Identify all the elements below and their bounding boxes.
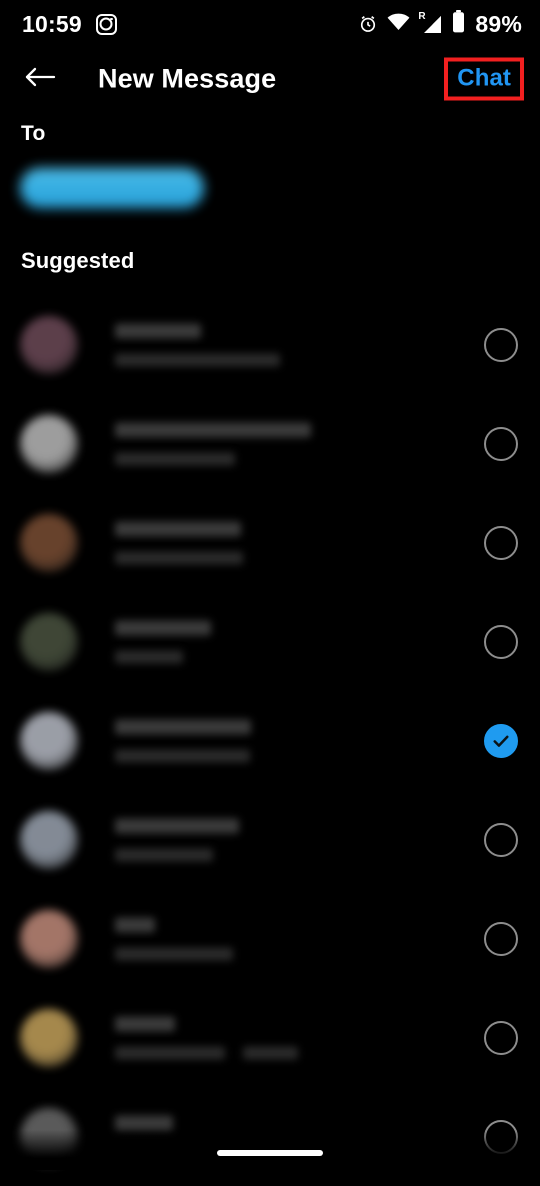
contact-name [115, 1115, 173, 1130]
back-arrow-icon [24, 65, 56, 94]
avatar [20, 1008, 78, 1067]
contact-checkbox[interactable] [484, 822, 518, 857]
avatar [20, 513, 78, 572]
contact-meta [115, 1115, 173, 1158]
contact-meta [115, 323, 280, 366]
contact-checkbox[interactable] [484, 525, 518, 560]
contact-username-secondary [243, 1046, 298, 1059]
page-title: New Message [98, 63, 277, 94]
contact-checkbox[interactable] [484, 426, 518, 461]
contact-meta [115, 917, 233, 960]
app-header: New Message Chat [0, 48, 540, 110]
avatar [20, 810, 78, 869]
contact-checkbox[interactable] [484, 1020, 518, 1055]
contact-name [115, 323, 201, 338]
contact-username [115, 848, 213, 861]
contact-meta [115, 1016, 298, 1059]
check-icon [493, 735, 509, 747]
contact-row[interactable] [0, 988, 540, 1087]
contact-username [115, 947, 233, 960]
contact-meta [115, 521, 243, 564]
contact-meta [115, 719, 251, 762]
to-label: To [21, 122, 46, 145]
chat-button-highlight: Chat [444, 57, 524, 101]
contact-username-row [115, 452, 311, 465]
contact-name [115, 620, 211, 635]
recipient-chip[interactable] [20, 168, 204, 208]
chat-button[interactable]: Chat [457, 65, 511, 92]
contact-username-row [115, 650, 211, 663]
wifi-icon [387, 13, 410, 36]
contact-row[interactable] [0, 295, 540, 394]
contact-row[interactable] [0, 889, 540, 988]
contact-name [115, 917, 155, 932]
contact-row[interactable] [0, 394, 540, 493]
avatar [20, 414, 78, 473]
contact-meta [115, 818, 239, 861]
contact-checkbox[interactable] [484, 1119, 518, 1154]
contact-meta [115, 422, 311, 465]
avatar [20, 1107, 78, 1166]
contact-name [115, 818, 239, 833]
contact-name [115, 422, 311, 437]
contact-name [115, 719, 251, 734]
contact-row[interactable] [0, 592, 540, 691]
contact-username [115, 551, 243, 564]
alarm-clock-icon [358, 14, 378, 34]
contact-username-row [115, 749, 251, 762]
cellular-signal-icon: R [418, 12, 443, 34]
avatar [20, 711, 78, 770]
contact-username-row [115, 947, 233, 960]
battery-icon [452, 10, 465, 38]
contact-username [115, 1046, 225, 1059]
contact-name [115, 1016, 175, 1031]
home-indicator-bar[interactable] [217, 1150, 323, 1156]
contact-name [115, 521, 241, 536]
contact-row[interactable] [0, 691, 540, 790]
avatar [20, 909, 78, 968]
contact-row[interactable] [0, 493, 540, 592]
contact-checkbox[interactable] [484, 921, 518, 956]
contact-username-row [115, 551, 243, 564]
contact-username-row [115, 1046, 298, 1059]
contact-username [115, 452, 235, 465]
contact-checkbox[interactable] [484, 624, 518, 659]
contact-username [115, 749, 250, 762]
avatar [20, 612, 78, 671]
suggested-header: Suggested [21, 248, 135, 273]
contact-username-row [115, 1145, 173, 1158]
contact-checkbox[interactable] [484, 327, 518, 362]
instagram-icon [95, 13, 117, 35]
contact-row[interactable] [0, 790, 540, 889]
status-bar-left: 10:59 [22, 10, 117, 37]
contact-checkbox-selected[interactable] [484, 723, 518, 758]
back-button[interactable] [22, 64, 58, 94]
contact-meta [115, 620, 211, 663]
status-bar: 10:59 R 89% [0, 0, 540, 48]
contact-username-row [115, 353, 280, 366]
contact-username [115, 353, 280, 366]
status-bar-right: R 89% [358, 10, 522, 38]
contact-username [115, 650, 183, 663]
suggested-contact-list[interactable] [0, 295, 540, 1170]
avatar [20, 315, 78, 374]
battery-percent: 89% [475, 10, 522, 37]
status-time: 10:59 [22, 10, 82, 37]
contact-username-row [115, 848, 239, 861]
contact-row[interactable] [0, 1087, 540, 1186]
